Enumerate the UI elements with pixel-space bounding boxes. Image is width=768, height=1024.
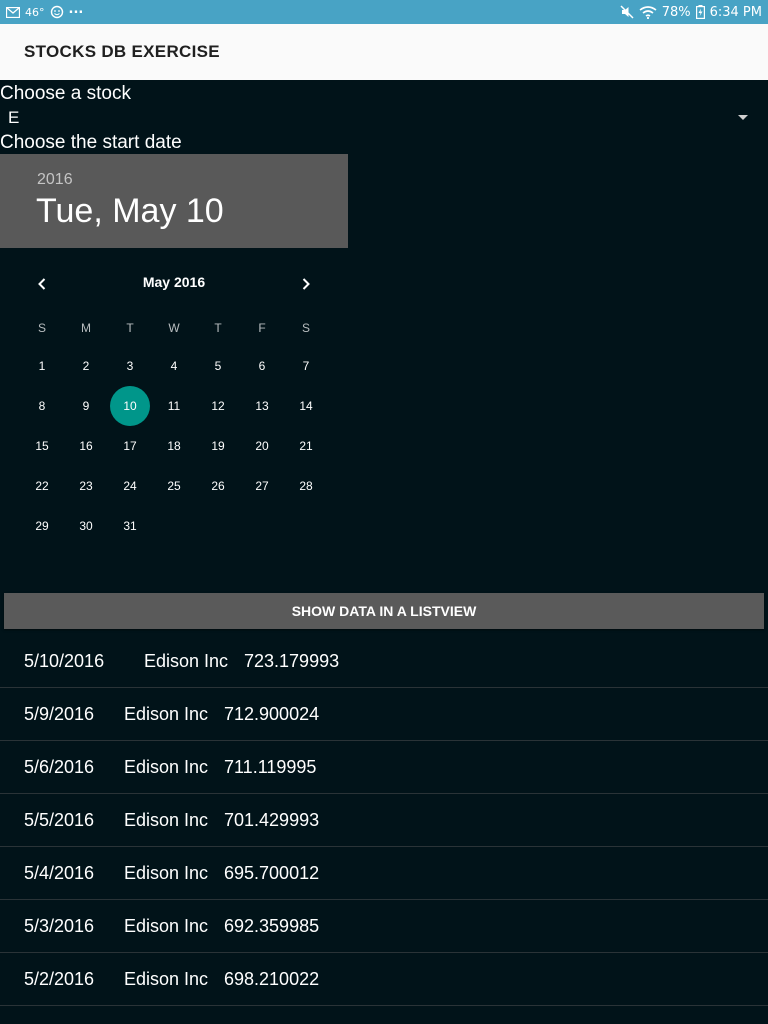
calendar-day[interactable]: 19 xyxy=(196,426,240,466)
row-company-name: Edison Inc xyxy=(124,704,209,724)
header-date[interactable]: Tue, May 10 xyxy=(36,192,224,231)
calendar-day[interactable]: 20 xyxy=(240,426,284,466)
weekday-header: S xyxy=(37,321,46,335)
calendar-day[interactable]: 21 xyxy=(284,426,328,466)
choose-stock-label: Choose a stock xyxy=(0,83,131,104)
next-month-button[interactable] xyxy=(294,272,318,296)
calendar-day[interactable]: 8 xyxy=(20,386,64,426)
calendar-day[interactable]: 26 xyxy=(196,466,240,506)
row-date: 5/9/2016 xyxy=(24,704,95,724)
calendar-day[interactable]: 16 xyxy=(64,426,108,466)
calendar-day[interactable]: 5 xyxy=(196,346,240,386)
row-date: 5/6/2016 xyxy=(24,757,95,777)
dropdown-arrow-icon xyxy=(738,115,748,120)
row-price: 698.210022 xyxy=(224,969,320,989)
stock-spinner[interactable]: E xyxy=(0,106,768,130)
row-company-name: Edison Inc xyxy=(124,757,209,777)
calendar-day[interactable]: 18 xyxy=(152,426,196,466)
row-price: 695.700012 xyxy=(224,863,320,883)
row-date: 5/10/2016 xyxy=(24,651,105,671)
calendar-day[interactable]: 2 xyxy=(64,346,108,386)
battery-percentage: 78% xyxy=(661,4,691,20)
status-bar: 46° ... 78% 6:34 PM xyxy=(0,0,768,24)
battery-icon xyxy=(695,5,705,19)
previous-month-button[interactable] xyxy=(30,272,54,296)
weather-icon xyxy=(50,5,64,19)
list-item[interactable]: 5/5/2016 Edison Inc 701.429993 xyxy=(0,794,768,847)
status-left: 46° ... xyxy=(6,1,84,19)
calendar-day[interactable]: 4 xyxy=(152,346,196,386)
row-price: 701.429993 xyxy=(224,810,320,830)
calendar-day[interactable]: 23 xyxy=(64,466,108,506)
calendar-day[interactable]: 13 xyxy=(240,386,284,426)
app-bar: STOCKS DB EXERCISE xyxy=(0,24,768,80)
row-date: 5/4/2016 xyxy=(24,863,95,883)
choose-date-label: Choose the start date xyxy=(0,132,182,153)
list-item[interactable]: 5/10/2016 Edison Inc 723.179993 xyxy=(0,635,768,688)
calendar-day[interactable]: 9 xyxy=(64,386,108,426)
weekday-header: S xyxy=(301,321,310,335)
calendar-day[interactable]: 31 xyxy=(108,506,152,546)
row-company-name: Edison Inc xyxy=(124,969,209,989)
header-year[interactable]: 2016 xyxy=(37,171,73,189)
list-item[interactable]: 5/2/2016 Edison Inc 698.210022 xyxy=(0,953,768,1006)
calendar-day[interactable]: 25 xyxy=(152,466,196,506)
calendar-day[interactable]: 24 xyxy=(108,466,152,506)
weekday-header: M xyxy=(81,321,91,335)
chevron-left-icon xyxy=(38,278,46,290)
row-date: 5/5/2016 xyxy=(24,810,95,830)
calendar-day[interactable]: 29 xyxy=(20,506,64,546)
weekday-header: F xyxy=(258,321,266,335)
date-picker-header: 2016 Tue, May 10 xyxy=(0,154,348,248)
calendar-day[interactable]: 17 xyxy=(108,426,152,466)
calendar-day[interactable]: 6 xyxy=(240,346,284,386)
mute-icon xyxy=(620,5,634,19)
weekday-header: T xyxy=(214,321,222,335)
row-date: 5/2/2016 xyxy=(24,969,95,989)
row-company-name: Edison Inc xyxy=(144,651,229,671)
row-price: 723.179993 xyxy=(244,651,340,671)
calendar-day[interactable]: 3 xyxy=(108,346,152,386)
weekday-header: T xyxy=(126,321,134,335)
more-notifications: ... xyxy=(68,1,84,17)
calendar-day[interactable]: 27 xyxy=(240,466,284,506)
row-company-name: Edison Inc xyxy=(124,916,209,936)
clock: 6:34 PM xyxy=(709,4,762,20)
app-title: STOCKS DB EXERCISE xyxy=(24,42,220,61)
list-item[interactable]: 5/3/2016 Edison Inc 692.359985 xyxy=(0,900,768,953)
chevron-right-icon xyxy=(302,278,310,290)
row-price: 692.359985 xyxy=(224,916,320,936)
calendar-day[interactable]: 1 xyxy=(20,346,64,386)
calendar-day[interactable]: 7 xyxy=(284,346,328,386)
stock-list: 5/10/2016 Edison Inc 723.179993 5/9/2016 Edi… xyxy=(0,635,768,1006)
calendar-day[interactable]: 12 xyxy=(196,386,240,426)
list-item[interactable]: 5/9/2016 Edison Inc 712.900024 xyxy=(0,688,768,741)
list-item[interactable]: 5/4/2016 Edison Inc 695.700012 xyxy=(0,847,768,900)
calendar-day[interactable]: 11 xyxy=(152,386,196,426)
mail-icon xyxy=(6,6,20,18)
row-price: 712.900024 xyxy=(224,704,320,724)
stock-spinner-value: E xyxy=(8,108,20,127)
calendar-day[interactable]: 22 xyxy=(20,466,64,506)
calendar-day[interactable]: 30 xyxy=(64,506,108,546)
row-company-name: Edison Inc xyxy=(124,810,209,830)
calendar-day[interactable]: 28 xyxy=(284,466,328,506)
row-price: 711.119995 xyxy=(224,757,317,777)
row-date: 5/3/2016 xyxy=(24,916,95,936)
calendar-day[interactable]: 15 xyxy=(20,426,64,466)
status-right: 78% 6:34 PM xyxy=(620,5,762,20)
temperature-text: 46° xyxy=(25,5,45,19)
list-item[interactable]: 5/6/2016 Edison Inc 711.119995 xyxy=(0,741,768,794)
calendar-day-selected[interactable]: 10 xyxy=(110,386,150,426)
calendar-day[interactable]: 14 xyxy=(284,386,328,426)
month-title: May 2016 xyxy=(142,274,206,290)
wifi-icon xyxy=(639,5,657,19)
weekday-header: W xyxy=(168,321,180,335)
row-company-name: Edison Inc xyxy=(124,863,209,883)
show-data-button[interactable]: SHOW DATA IN A LISTVIEW xyxy=(4,593,764,629)
